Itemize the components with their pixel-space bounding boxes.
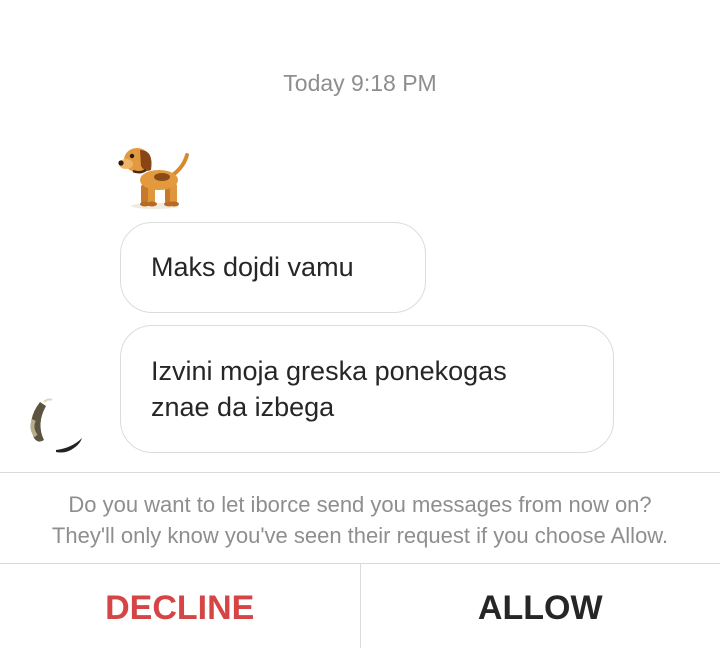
request-action-bar: DECLINE ALLOW: [0, 563, 720, 648]
dog-emoji-icon: [118, 140, 192, 210]
allow-button[interactable]: ALLOW: [361, 564, 720, 648]
message-text-line: Maks dojdi vamu: [151, 252, 354, 282]
message-timestamp: Today 9:18 PM: [283, 70, 437, 96]
message-bubble[interactable]: Maks dojdi vamu: [120, 222, 426, 313]
request-prompt-line: They'll only know you've seen their requ…: [51, 523, 669, 548]
request-prompt: Do you want to let iborce send you messa…: [0, 489, 720, 551]
request-prompt-line: Do you want to let iborce send you messa…: [68, 492, 652, 517]
message-text-line: znae da izbega: [151, 392, 335, 422]
decline-button[interactable]: DECLINE: [0, 564, 361, 648]
message-request-screen: Today 9:18 PM Maks dojdi vamu Izvini moj…: [0, 0, 720, 648]
message-text-line: Izvini moja greska ponekogas: [151, 356, 507, 386]
message-request-panel: Do you want to let iborce send you messa…: [0, 472, 720, 648]
sender-avatar[interactable]: [26, 392, 90, 456]
message-bubble[interactable]: Izvini moja greska ponekogas znae da izb…: [120, 325, 614, 453]
